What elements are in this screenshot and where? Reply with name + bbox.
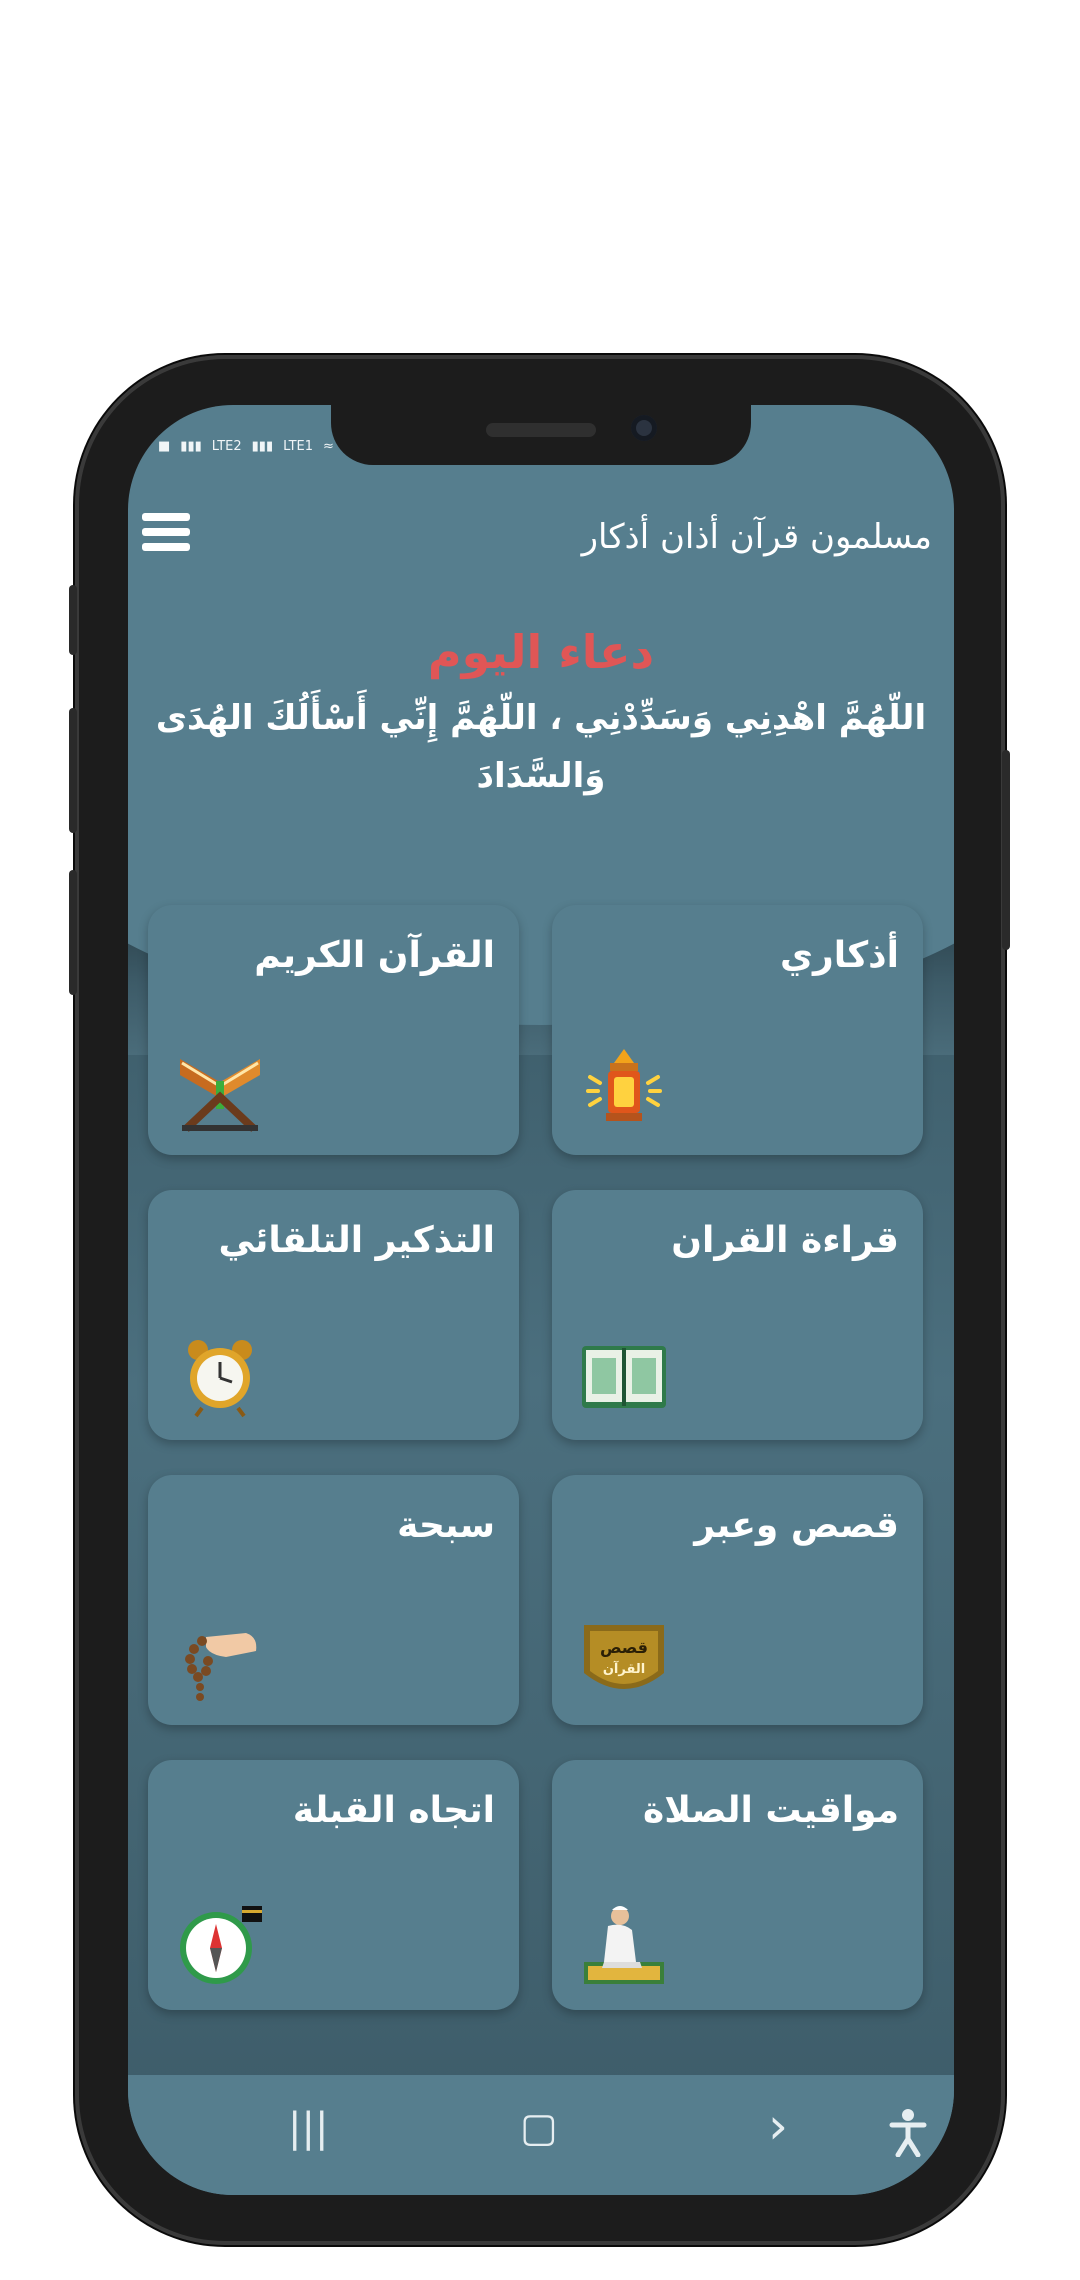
card-label: قصص وعبر — [694, 1505, 899, 1546]
wifi-icon: ≈ — [323, 439, 334, 454]
app-screen: ■ ▮▮▮ LTE2 ▮▮▮ LTE1 ≈ ٥ مسلمون قرآن أذان… — [128, 405, 954, 2195]
card-label: القرآن الكريم — [254, 935, 495, 976]
dua-title: دعاء اليوم — [427, 625, 655, 679]
quran-stand-icon — [180, 1059, 260, 1132]
card-stories[interactable]: قصص وعبر قصص القرآن — [552, 1475, 923, 1725]
home-button[interactable]: ▢ — [520, 2105, 558, 2151]
open-book-icon — [582, 1346, 666, 1408]
network-label-2: LTE1 — [283, 439, 314, 454]
card-label: التذكير التلقائي — [218, 1220, 495, 1261]
card-label: مواقيت الصلاة — [642, 1790, 899, 1831]
recents-button[interactable]: ||| — [288, 2105, 328, 2151]
volume-up-button — [69, 585, 77, 655]
dua-text: اللّهُمَّ اهْدِنِي وَسَدِّدْنِي ، اللّهُ… — [155, 698, 927, 796]
speaker — [486, 423, 596, 437]
daily-dua: دعاء اليوم اللّهُمَّ اهْدِنِي وَسَدِّدْن… — [128, 625, 954, 805]
card-label: سبحة — [397, 1505, 495, 1546]
card-qibla-direction[interactable]: اتجاه القبلة — [148, 1760, 519, 2010]
badge-text-line1: قصص — [600, 1638, 648, 1657]
praying-person-icon — [584, 1906, 664, 1984]
card-tasbih[interactable]: سبحة — [148, 1475, 519, 1725]
card-label: اتجاه القبلة — [292, 1790, 495, 1831]
card-prayer-times[interactable]: مواقيت الصلاة — [552, 1760, 923, 2010]
card-adhkar[interactable]: أذكاري — [552, 905, 923, 1155]
card-auto-reminder[interactable]: التذكير التلقائي — [148, 1190, 519, 1440]
network-label-1: LTE2 — [211, 439, 242, 454]
volume-down-button — [69, 708, 77, 833]
status-bar-left: ■ ▮▮▮ LTE2 ▮▮▮ LTE1 ≈ — [158, 439, 334, 454]
notch — [331, 405, 751, 465]
app-header: مسلمون قرآن أذان أذكار — [128, 505, 954, 585]
lantern-icon — [586, 1049, 662, 1121]
signal-icon: ▮▮▮ — [251, 439, 274, 454]
lock-icon: ■ — [158, 439, 171, 454]
system-navigation-bar: ||| ▢ › — [128, 2075, 954, 2195]
back-button[interactable]: › — [768, 2097, 788, 2155]
card-holy-quran[interactable]: القرآن الكريم — [148, 905, 519, 1155]
hamburger-menu-icon[interactable] — [142, 513, 190, 557]
stories-badge-icon: قصص القرآن — [584, 1625, 664, 1689]
accessibility-icon[interactable] — [888, 2107, 928, 2157]
card-label: قراءة القران — [671, 1220, 899, 1261]
app-title: مسلمون قرآن أذان أذكار — [581, 517, 932, 557]
alarm-clock-icon — [188, 1340, 252, 1418]
badge-text-line2: القرآن — [603, 1660, 645, 1677]
prayer-beads-icon — [185, 1633, 257, 1701]
card-read-quran[interactable]: قراءة القران — [552, 1190, 923, 1440]
signal-icon: ▮▮▮ — [180, 439, 202, 454]
qibla-compass-icon — [180, 1906, 262, 1984]
front-camera — [631, 415, 657, 441]
card-label: أذكاري — [780, 935, 899, 976]
power-button — [1002, 750, 1010, 950]
mute-switch — [69, 870, 77, 995]
